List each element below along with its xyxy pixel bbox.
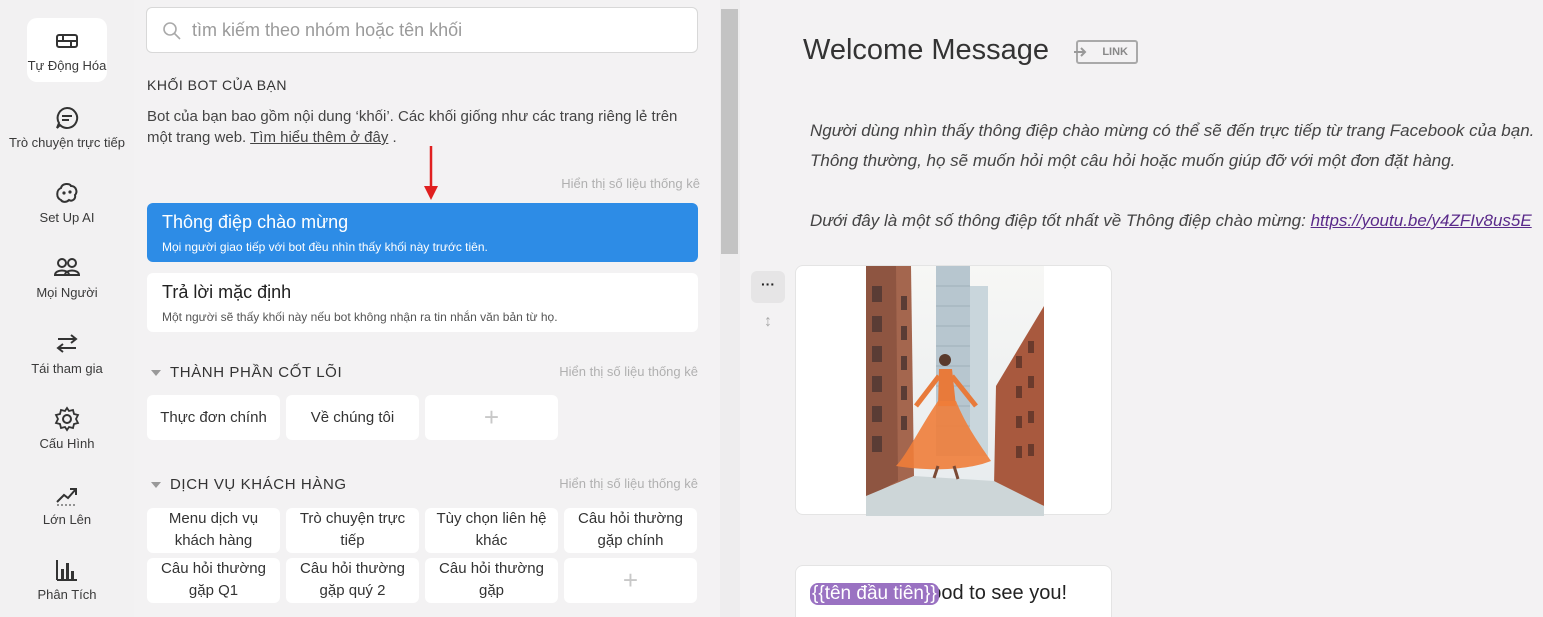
block-tile[interactable]: Câu hỏi thường gặp chính <box>564 508 697 553</box>
search-icon <box>163 22 181 40</box>
block-tile[interactable]: Câu hỏi thường gặp Q1 <box>147 558 280 603</box>
block-subtitle: Một người sẽ thấy khối này nếu bot không… <box>162 310 558 324</box>
block-tile[interactable]: Thực đơn chính <box>147 395 280 440</box>
welcome-message-block[interactable]: Thông điệp chào mừng Mọi người giao tiếp… <box>147 203 698 262</box>
intro-line: Người dùng nhìn thấy thông điệp chào mừn… <box>810 121 1535 140</box>
block-title: Thông điệp chào mừng <box>162 212 349 232</box>
nav-label: Phân Tích <box>37 587 97 602</box>
left-nav: Tự Động Hóa Trò chuyện trực tiếp Set Up … <box>0 0 134 617</box>
blocks-scrollbar[interactable] <box>720 0 740 617</box>
text-card-message[interactable]: {{tên đầu tiên}}Good to see you! <box>810 582 1067 605</box>
annotation-arrow <box>424 146 438 200</box>
block-editor: Welcome Message LINK Người dùng nhìn thấ… <box>740 0 1543 617</box>
block-tile[interactable]: Câu hỏi thường gặp <box>425 558 558 603</box>
block-tile[interactable]: Trò chuyện trực tiếp <box>286 508 419 553</box>
nav-item-live-chat[interactable]: Trò chuyện trực tiếp <box>0 105 134 150</box>
customer-section-header[interactable]: DỊCH VỤ KHÁCH HÀNG Hiển thị số liệu thốn… <box>147 476 698 496</box>
automation-icon <box>56 34 78 48</box>
reengage-icon <box>56 334 78 353</box>
show-stats-link[interactable]: Hiển thị số liệu thống kê <box>561 176 700 191</box>
section-label: THÀNH PHẦN CỐT LÕI <box>170 364 343 381</box>
section-label: DỊCH VỤ KHÁCH HÀNG <box>170 476 347 493</box>
people-icon <box>54 258 80 276</box>
block-tile[interactable]: Menu dịch vụ khách hàng <box>147 508 280 553</box>
add-block-button[interactable]: + <box>425 395 558 440</box>
default-reply-block[interactable]: Trả lời mặc định Một người sẽ thấy khối … <box>147 273 698 332</box>
blocks-panel: KHỐI BOT CỦA BẠN Bot của bạn bao gồm nội… <box>134 0 720 617</box>
description-text: Bot của bạn bao gồm nội dung ‘khối’. Các… <box>147 108 678 146</box>
text-card[interactable]: {{tên đầu tiên}}Good to see you! <box>795 565 1112 617</box>
ai-icon <box>56 182 78 203</box>
description-end: . <box>392 129 397 146</box>
gear-icon <box>54 406 80 432</box>
analytics-icon <box>56 560 77 581</box>
nav-item-growth[interactable]: Lớn Lên <box>0 482 134 527</box>
collapse-triangle-icon <box>151 482 161 488</box>
search-box[interactable] <box>146 7 698 53</box>
chat-icon <box>56 106 79 129</box>
block-title: Trả lời mặc định <box>162 282 292 302</box>
drag-handle-icon[interactable]: ↕ <box>751 307 785 339</box>
collapse-triangle-icon <box>151 370 161 376</box>
learn-more-link[interactable]: Tìm hiểu thêm ở đây <box>250 129 388 146</box>
youtube-link[interactable]: https://youtu.be/y4ZFIv8us5E <box>1311 211 1532 230</box>
block-tile[interactable]: Về chúng tôi <box>286 395 419 440</box>
show-stats-link[interactable]: Hiển thị số liệu thống kê <box>559 476 698 491</box>
block-tile[interactable]: Câu hỏi thường gặp quý 2 <box>286 558 419 603</box>
card-image <box>866 266 1044 516</box>
growth-icon <box>56 488 77 506</box>
section-heading: KHỐI BOT CỦA BẠN <box>147 77 287 93</box>
intro-line: Dưới đây là một số thông điệp tốt nhất v… <box>810 211 1306 230</box>
scrollbar-thumb[interactable] <box>721 9 738 254</box>
nav-label: Tái tham gia <box>31 361 103 376</box>
nav-item-setup-ai[interactable]: Set Up AI <box>0 180 134 225</box>
show-stats-link[interactable]: Hiển thị số liệu thống kê <box>559 364 698 379</box>
link-button[interactable]: LINK <box>1074 40 1138 64</box>
intro-line-with-link: Dưới đây là một số thông điệp tốt nhất v… <box>810 206 1543 236</box>
block-tile[interactable]: Tùy chọn liên hệ khác <box>425 508 558 553</box>
blocks-description: Bot của bạn bao gồm nội dung ‘khối’. Các… <box>147 106 702 148</box>
link-label: LINK <box>1102 46 1128 58</box>
search-input[interactable] <box>192 18 672 42</box>
nav-label: Set Up AI <box>39 210 95 225</box>
nav-item-people[interactable]: Mọi Người <box>0 255 134 300</box>
intro-line: Thông thường, họ sẽ muốn hỏi một câu hỏi… <box>810 151 1456 170</box>
block-subtitle: Mọi người giao tiếp với bot đều nhìn thấ… <box>162 240 488 254</box>
link-arrow-icon <box>1074 47 1087 57</box>
nav-label: Mọi Người <box>36 285 98 300</box>
nav-item-reengage[interactable]: Tái tham gia <box>0 331 134 376</box>
block-name-title[interactable]: Welcome Message <box>803 34 1049 67</box>
nav-label: Trò chuyện trực tiếp <box>9 135 125 150</box>
intro-text: Người dùng nhìn thấy thông điệp chào mừn… <box>810 116 1543 236</box>
nav-item-settings[interactable]: Cấu Hình <box>0 406 134 451</box>
nav-label: Cấu Hình <box>39 436 95 451</box>
add-block-button[interactable]: + <box>564 558 697 603</box>
card-menu-button[interactable]: ··· <box>751 271 785 303</box>
nav-item-analytics[interactable]: Phân Tích <box>0 557 134 602</box>
core-section-header[interactable]: THÀNH PHẦN CỐT LÕI Hiển thị số liệu thốn… <box>147 364 698 384</box>
first-name-variable-chip[interactable]: {{tên đầu tiên}} <box>810 583 939 605</box>
image-card[interactable] <box>795 265 1112 516</box>
nav-label: Tự Động Hóa <box>27 58 107 73</box>
nav-item-automation[interactable]: Tự Động Hóa <box>27 18 107 82</box>
nav-label: Lớn Lên <box>42 512 92 527</box>
